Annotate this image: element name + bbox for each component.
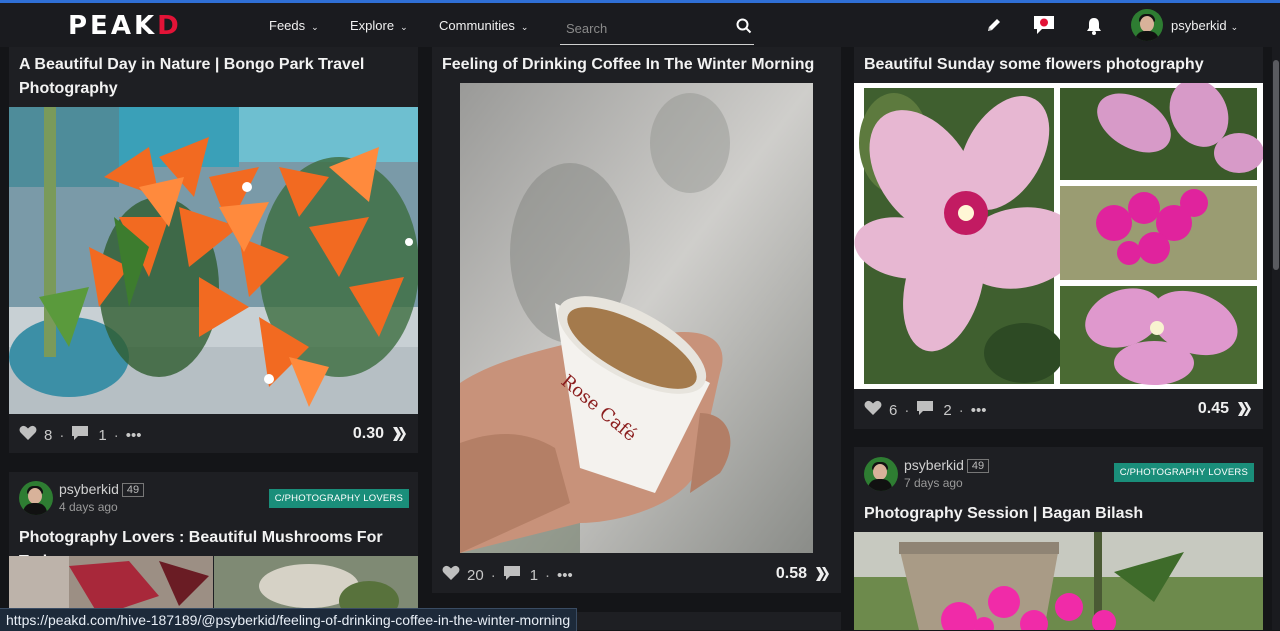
post-stats: 8 · 1 · ••• bbox=[19, 425, 141, 445]
chevron-down-icon: ⌄ bbox=[1230, 22, 1239, 32]
hive-icon bbox=[816, 567, 829, 581]
top-navbar: PEAKD Feeds⌄ Explore⌄ Communities⌄ psybe… bbox=[0, 3, 1280, 47]
hive-icon bbox=[393, 427, 406, 441]
nav-communities[interactable]: Communities ⌄ bbox=[439, 18, 528, 33]
separator: · bbox=[490, 566, 496, 584]
peakd-logo[interactable]: PEAKD bbox=[68, 11, 182, 41]
chevron-down-icon: ⌄ bbox=[311, 22, 319, 32]
chevron-down-icon: ⌄ bbox=[520, 22, 529, 32]
comment-count: 2 bbox=[943, 401, 952, 419]
hive-icon bbox=[1238, 402, 1251, 416]
search-box bbox=[560, 12, 754, 45]
link-status-bar: https://peakd.com/hive-187189/@psyberkid… bbox=[0, 608, 578, 631]
heart-icon[interactable] bbox=[864, 400, 882, 420]
post-stats: 6 · 2 · ••• bbox=[864, 400, 986, 420]
post-title[interactable]: Feeling of Drinking Coffee In The Winter… bbox=[442, 53, 832, 77]
reputation-badge: 49 bbox=[121, 483, 145, 497]
comment-icon[interactable] bbox=[916, 400, 934, 420]
heart-icon[interactable] bbox=[19, 425, 37, 445]
community-badge[interactable]: C/PHOTOGRAPHY LOVERS bbox=[268, 489, 409, 508]
comment-count: 1 bbox=[98, 426, 107, 444]
user-avatar[interactable] bbox=[1131, 9, 1163, 41]
separator: · bbox=[958, 401, 964, 419]
post-thumbnail[interactable] bbox=[9, 107, 418, 414]
post-thumbnail[interactable] bbox=[854, 83, 1263, 389]
post-thumbnail[interactable]: Rose Café bbox=[460, 83, 813, 553]
heart-icon[interactable] bbox=[442, 565, 460, 585]
author-name[interactable]: psyberkid bbox=[59, 481, 119, 497]
chat-icon[interactable] bbox=[1032, 14, 1056, 41]
post-payout[interactable]: 0.30 bbox=[353, 425, 408, 443]
post-card[interactable]: Feeling of Drinking Coffee In The Winter… bbox=[432, 47, 841, 593]
user-menu[interactable]: psyberkid ⌄ bbox=[1171, 18, 1238, 33]
author-avatar[interactable] bbox=[864, 457, 898, 491]
reputation-badge: 49 bbox=[966, 459, 990, 473]
comment-count: 1 bbox=[529, 566, 539, 584]
separator: · bbox=[113, 426, 119, 444]
post-title[interactable]: Beautiful Sunday some flowers photograph… bbox=[864, 53, 1254, 77]
separator: · bbox=[545, 566, 551, 584]
post-title[interactable]: Photography Session | Bagan Bilash bbox=[864, 502, 1254, 526]
vote-count: 6 bbox=[889, 401, 898, 419]
post-title[interactable]: A Beautiful Day in Nature | Bongo Park T… bbox=[19, 53, 409, 101]
search-input[interactable] bbox=[564, 20, 728, 37]
post-payout[interactable]: 0.45 bbox=[1198, 400, 1253, 418]
comment-icon[interactable] bbox=[503, 565, 521, 585]
separator: · bbox=[904, 401, 910, 419]
post-age[interactable]: 4 days ago bbox=[59, 500, 144, 514]
nav-explore[interactable]: Explore ⌄ bbox=[350, 18, 408, 33]
post-payout[interactable]: 0.58 bbox=[776, 565, 831, 583]
post-author-row: psyberkid 49 7 days ago bbox=[864, 457, 990, 491]
author-avatar[interactable] bbox=[19, 481, 53, 515]
vote-count: 20 bbox=[467, 566, 484, 584]
community-badge[interactable]: C/PHOTOGRAPHY LOVERS bbox=[1113, 463, 1254, 482]
chevron-down-icon: ⌄ bbox=[400, 22, 408, 32]
post-card[interactable]: Beautiful Sunday some flowers photograph… bbox=[854, 47, 1263, 429]
pencil-icon[interactable] bbox=[985, 16, 1003, 39]
nav-feeds[interactable]: Feeds ⌄ bbox=[269, 18, 319, 33]
post-card[interactable]: psyberkid 49 4 days ago C/PHOTOGRAPHY LOV… bbox=[9, 472, 418, 630]
vote-count: 8 bbox=[44, 426, 53, 444]
post-thumbnail[interactable] bbox=[854, 532, 1263, 630]
post-card[interactable]: psyberkid 49 7 days ago C/PHOTOGRAPHY LOV… bbox=[854, 447, 1263, 630]
more-options-icon[interactable]: ••• bbox=[557, 567, 573, 584]
author-name[interactable]: psyberkid bbox=[904, 457, 964, 473]
search-icon[interactable] bbox=[736, 18, 752, 39]
bell-icon[interactable] bbox=[1085, 16, 1103, 41]
post-stats: 20 · 1 · ••• bbox=[442, 565, 573, 585]
post-card[interactable]: A Beautiful Day in Nature | Bongo Park T… bbox=[9, 47, 418, 453]
post-author-row: psyberkid 49 4 days ago bbox=[19, 481, 145, 515]
more-options-icon[interactable]: ••• bbox=[126, 427, 142, 444]
post-age[interactable]: 7 days ago bbox=[904, 476, 989, 490]
more-options-icon[interactable]: ••• bbox=[971, 402, 987, 419]
scrollbar-thumb[interactable] bbox=[1273, 60, 1279, 270]
separator: · bbox=[59, 426, 65, 444]
comment-icon[interactable] bbox=[71, 425, 89, 445]
